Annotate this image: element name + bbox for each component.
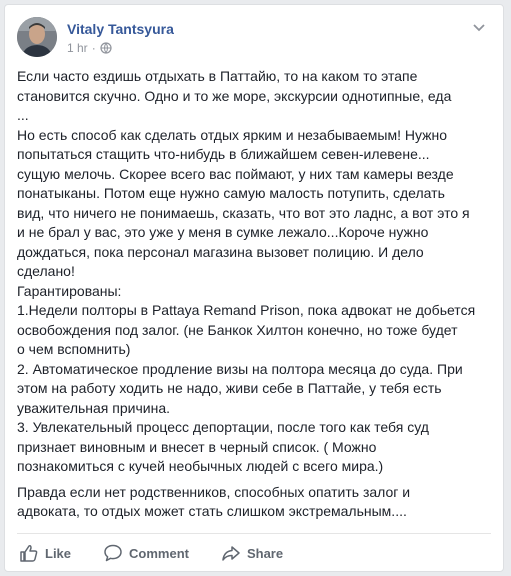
post-paragraph-main: Если часто ездишь отдыхать в Паттайю, то…: [17, 67, 493, 477]
actions-divider: [17, 533, 491, 534]
post-line: Но есть способ как сделать отдых ярким и…: [17, 126, 448, 143]
comment-button[interactable]: Comment: [101, 539, 191, 567]
post-line: уважительная причина.: [17, 399, 170, 416]
post-line: сущую мелочь. Скорее всего вас поймают, …: [17, 165, 454, 182]
post-line: 1.Недели полторы в Pattaya Remand Prison…: [17, 302, 476, 318]
globe-icon: [100, 42, 112, 54]
post-line: этом на работу ходить не надо, живи себе…: [17, 380, 442, 396]
post-line: вид, что ничего не понимаешь, сказать, ч…: [17, 204, 470, 221]
share-button[interactable]: Share: [219, 539, 285, 567]
post-meta: 1 hr ·: [67, 41, 112, 55]
post-line: дождаться, пока персонал магазина вызове…: [17, 243, 424, 260]
post-line: ...: [17, 107, 29, 123]
post-line: попытаться стащить что-нибудь в ближайше…: [17, 146, 430, 162]
post-actions: Like Comment Share: [17, 538, 285, 568]
author-name[interactable]: Vitaly Tantsyura: [67, 21, 174, 37]
thumbs-up-icon: [20, 545, 38, 562]
post-line: 2. Автоматическое продление визы на полт…: [17, 360, 463, 377]
post-header: Vitaly Tantsyura 1 hr ·: [17, 17, 487, 61]
post-line: о чем вспомнить): [17, 341, 131, 357]
meta-separator: ·: [91, 41, 96, 55]
post-line: Правда если нет родственников, способных…: [17, 483, 411, 500]
post-line: сделано!: [17, 263, 75, 279]
post-line: освобождения под залог. (не Банкок Хилто…: [17, 321, 458, 338]
post-line: Гарантированы:: [17, 282, 122, 299]
share-label: Share: [246, 545, 284, 561]
post-line: и не брал у вас, это уже у меня в сумке …: [17, 224, 429, 240]
post-line: Если часто ездишь отдыхать в Паттайю, то…: [17, 68, 418, 84]
share-arrow-icon: [222, 546, 240, 561]
comment-label: Comment: [129, 545, 189, 561]
post-time[interactable]: 1 hr: [67, 41, 88, 55]
post-body: Если часто ездишь отдыхать в Паттайю, то…: [17, 67, 493, 528]
post-line: адвоката, то отдых может стать слишком э…: [17, 503, 407, 519]
post-line: признает виновным и внесет в черный спис…: [17, 438, 377, 455]
post-line: познакомиться с кучей необычных людей с …: [17, 458, 384, 474]
post-card: Vitaly Tantsyura 1 hr · Если часто ездиш…: [4, 4, 504, 572]
post-line: понатыканы. Потом еще нужно самую малост…: [17, 185, 445, 201]
post-line: становится скучно. Одно и то же море, эк…: [17, 87, 452, 104]
profile-photo: [17, 17, 57, 57]
post-line: 3. Увлекательный процесс депортации, пос…: [17, 419, 429, 435]
like-button[interactable]: Like: [17, 539, 73, 567]
chevron-down-icon[interactable]: [471, 19, 487, 35]
comment-icon: [104, 544, 122, 562]
post-paragraph-closing: Правда если нет родственников, способных…: [17, 483, 493, 522]
avatar[interactable]: [17, 17, 57, 57]
like-label: Like: [45, 545, 72, 561]
